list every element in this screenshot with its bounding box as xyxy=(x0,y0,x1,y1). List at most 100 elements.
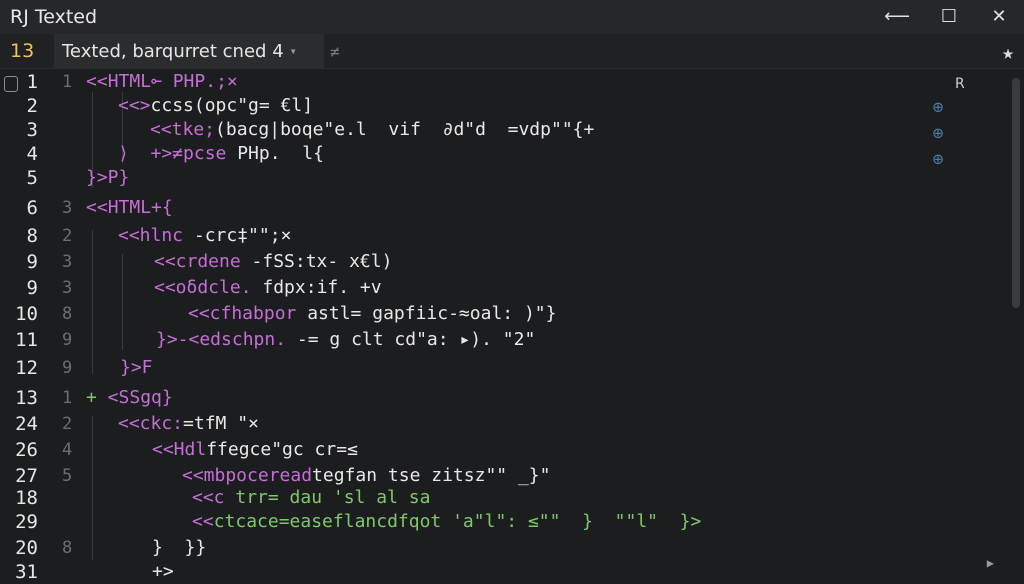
code-text[interactable]: <<mbpocereadtegfan tse zitsz"" _}" xyxy=(182,464,550,488)
code-text[interactable]: }>P} xyxy=(86,166,129,190)
code-line[interactable]: 4 ⟩ +>≠pcse PHp. l{ xyxy=(0,142,1000,166)
code-token: -= g clt cd"a: ▸). "2" xyxy=(286,329,536,350)
code-line[interactable]: 31 +> xyxy=(0,560,1000,584)
code-text[interactable]: <<HTML⟜ PHP.;× xyxy=(86,70,238,94)
star-icon[interactable]: ★ xyxy=(1002,40,1014,64)
code-text[interactable]: <<Hdlffegce"gc cr=≤ xyxy=(152,438,358,462)
chevron-down-icon[interactable]: ▾ xyxy=(290,44,297,58)
code-line[interactable]: 27 5 <<mbpocereadtegfan tse zitsz"" _}" xyxy=(0,464,1000,488)
line-number: 20 xyxy=(15,537,38,559)
code-token: PHp. l{ xyxy=(226,143,324,164)
code-line[interactable]: 9 3 <<crdene -fSS:tx- x€l) xyxy=(0,250,1000,274)
tab-close-icon[interactable]: ≠ xyxy=(330,42,340,61)
fold-marker[interactable]: 3 xyxy=(62,196,78,220)
code-token: <<hlnc xyxy=(118,225,184,246)
code-text[interactable]: <<ckc:=tfM "× xyxy=(118,412,259,436)
minimize-icon[interactable]: ⟵ xyxy=(884,6,910,28)
code-text[interactable]: <<hlnc -crc‡"";× xyxy=(118,224,291,248)
code-token: <<tke; xyxy=(150,119,216,140)
line-number: 5 xyxy=(26,167,38,189)
code-token: ⟩ +>≠pcse xyxy=(118,143,227,164)
code-line[interactable]: 5 }>P} xyxy=(0,166,1000,190)
tab-texted[interactable]: Texted, barqurret cned 4 ▾ xyxy=(54,34,324,68)
fold-marker[interactable]: 1 xyxy=(62,70,78,94)
code-text[interactable]: + <SSgq} xyxy=(86,386,173,410)
code-text[interactable]: <<tke;(bacg|boqe"e.l vif ∂d"d =vdp""{+ xyxy=(150,118,594,142)
code-token: }>F xyxy=(120,357,153,378)
scroll-right-icon[interactable]: ▶ xyxy=(987,556,994,570)
code-text[interactable]: <<cfhabpor astl= gapfiic-≈oal: )"} xyxy=(188,302,556,326)
code-token: }>-<edschpn. xyxy=(156,329,287,350)
minimap-label: R xyxy=(955,76,965,92)
line-number: 18 xyxy=(15,487,38,509)
fold-marker[interactable]: 4 xyxy=(62,438,78,462)
code-token: ⟜ PHP.;× xyxy=(151,71,238,92)
code-text[interactable]: ⟩ +>≠pcse PHp. l{ xyxy=(118,142,324,166)
code-line[interactable]: 18 <<c trr= dau 'sl al sa xyxy=(0,486,1000,510)
vertical-scrollbar[interactable] xyxy=(1012,78,1020,308)
line-indicator: 13 xyxy=(10,40,35,62)
code-line[interactable]: 12 9}>F xyxy=(0,356,1000,380)
fold-marker[interactable]: 3 xyxy=(62,276,78,300)
fold-marker[interactable]: 8 xyxy=(62,536,78,560)
code-line[interactable]: 6 3 <<HTML+{ xyxy=(0,196,1000,220)
code-line[interactable]: 11 9}>-<edschpn. -= g clt cd"a: ▸). "2" xyxy=(0,328,1000,352)
code-text[interactable]: <<>ccss(opc"g= €l] xyxy=(118,94,313,118)
close-icon[interactable]: ✕ xyxy=(986,6,1012,28)
fold-marker[interactable]: 2 xyxy=(62,224,78,248)
code-line[interactable]: 10 8 <<cfhabpor astl= gapfiic-≈oal: )"} xyxy=(0,302,1000,326)
line-number: 8 xyxy=(26,225,38,247)
fold-marker[interactable]: 9 xyxy=(62,356,78,380)
code-editor[interactable]: 1 1 <<HTML⟜ PHP.;× 2 <<>ccss(opc"g= €l] 3 <<tk… xyxy=(0,68,1024,583)
line-number: 31 xyxy=(15,561,38,583)
code-text[interactable]: }>-<edschpn. -= g clt cd"a: ▸). "2" xyxy=(156,328,535,352)
code-token: ffegce"gc cr=≤ xyxy=(206,439,358,460)
code-token: -crc‡"";× xyxy=(183,225,292,246)
code-text[interactable]: <<HTML+{ xyxy=(86,196,173,220)
line-number: 1 xyxy=(26,71,38,93)
fold-marker[interactable]: 1 xyxy=(62,386,78,410)
line-number: 3 xyxy=(26,119,38,141)
code-line[interactable]: 29 <<ctcace=easeflancdfqot 'a"l": ≤"" } "… xyxy=(0,510,1000,534)
code-line[interactable]: 1 1 <<HTML⟜ PHP.;× xyxy=(0,70,1000,94)
code-text[interactable]: +> xyxy=(152,560,174,584)
fold-marker[interactable]: 8 xyxy=(62,302,78,326)
code-token: +> xyxy=(152,561,174,582)
title-bar: RJ Texted ⟵ ☐ ✕ xyxy=(0,0,1024,34)
code-line[interactable]: 3 <<tke;(bacg|boqe"e.l vif ∂d"d =vdp""{+ xyxy=(0,118,1000,142)
code-text[interactable]: <<crdene -fSS:tx- x€l) xyxy=(154,250,392,274)
fold-marker[interactable]: 9 xyxy=(62,328,78,352)
fold-marker[interactable]: 3 xyxy=(62,250,78,274)
code-token: } }} xyxy=(152,537,207,558)
add-circle-icon[interactable]: ⊕ xyxy=(928,150,948,170)
code-line[interactable]: 20 8 } }} xyxy=(0,536,1000,560)
code-text[interactable]: <<c trr= dau 'sl al sa xyxy=(192,486,430,510)
line-number: 4 xyxy=(26,143,38,165)
code-token: ctcace=easeflancdfqot 'a"l": ≤"" } ""l" … xyxy=(213,511,702,532)
line-number: 13 xyxy=(15,387,38,409)
code-text[interactable]: <<oδdcle. fdpx:if. +v xyxy=(154,276,382,300)
code-text[interactable]: <<ctcace=easeflancdfqot 'a"l": ≤"" } ""l… xyxy=(192,510,701,534)
code-line[interactable]: 2 <<>ccss(opc"g= €l] xyxy=(0,94,1000,118)
code-token: <<ckc: xyxy=(118,413,184,434)
maximize-icon[interactable]: ☐ xyxy=(936,6,962,28)
line-number: 24 xyxy=(15,413,38,435)
fold-marker[interactable]: 2 xyxy=(62,412,78,436)
code-token: <<crdene xyxy=(154,251,241,272)
fold-marker[interactable]: 5 xyxy=(62,464,78,488)
code-line[interactable]: 24 2 <<ckc:=tfM "× xyxy=(0,412,1000,436)
code-token: << xyxy=(86,197,108,218)
add-circle-icon[interactable]: ⊕ xyxy=(928,124,948,144)
code-token: (bacg| xyxy=(215,119,281,140)
code-line[interactable]: 8 2 <<hlnc -crc‡"";× xyxy=(0,224,1000,248)
add-circle-icon[interactable]: ⊕ xyxy=(928,98,948,118)
code-token: <<mbpoceread xyxy=(182,465,313,486)
code-text[interactable]: }>F xyxy=(120,356,153,380)
code-line[interactable]: 13 1 + <SSgq} xyxy=(0,386,1000,410)
code-token: <<oδdcle. xyxy=(154,277,252,298)
code-line[interactable]: 9 3 <<oδdcle. fdpx:if. +v xyxy=(0,276,1000,300)
code-token: + xyxy=(86,387,97,408)
code-text[interactable]: } }} xyxy=(152,536,206,560)
code-token: fdpx:if. +v xyxy=(251,277,382,298)
code-line[interactable]: 26 4 <<Hdlffegce"gc cr=≤ xyxy=(0,438,1000,462)
